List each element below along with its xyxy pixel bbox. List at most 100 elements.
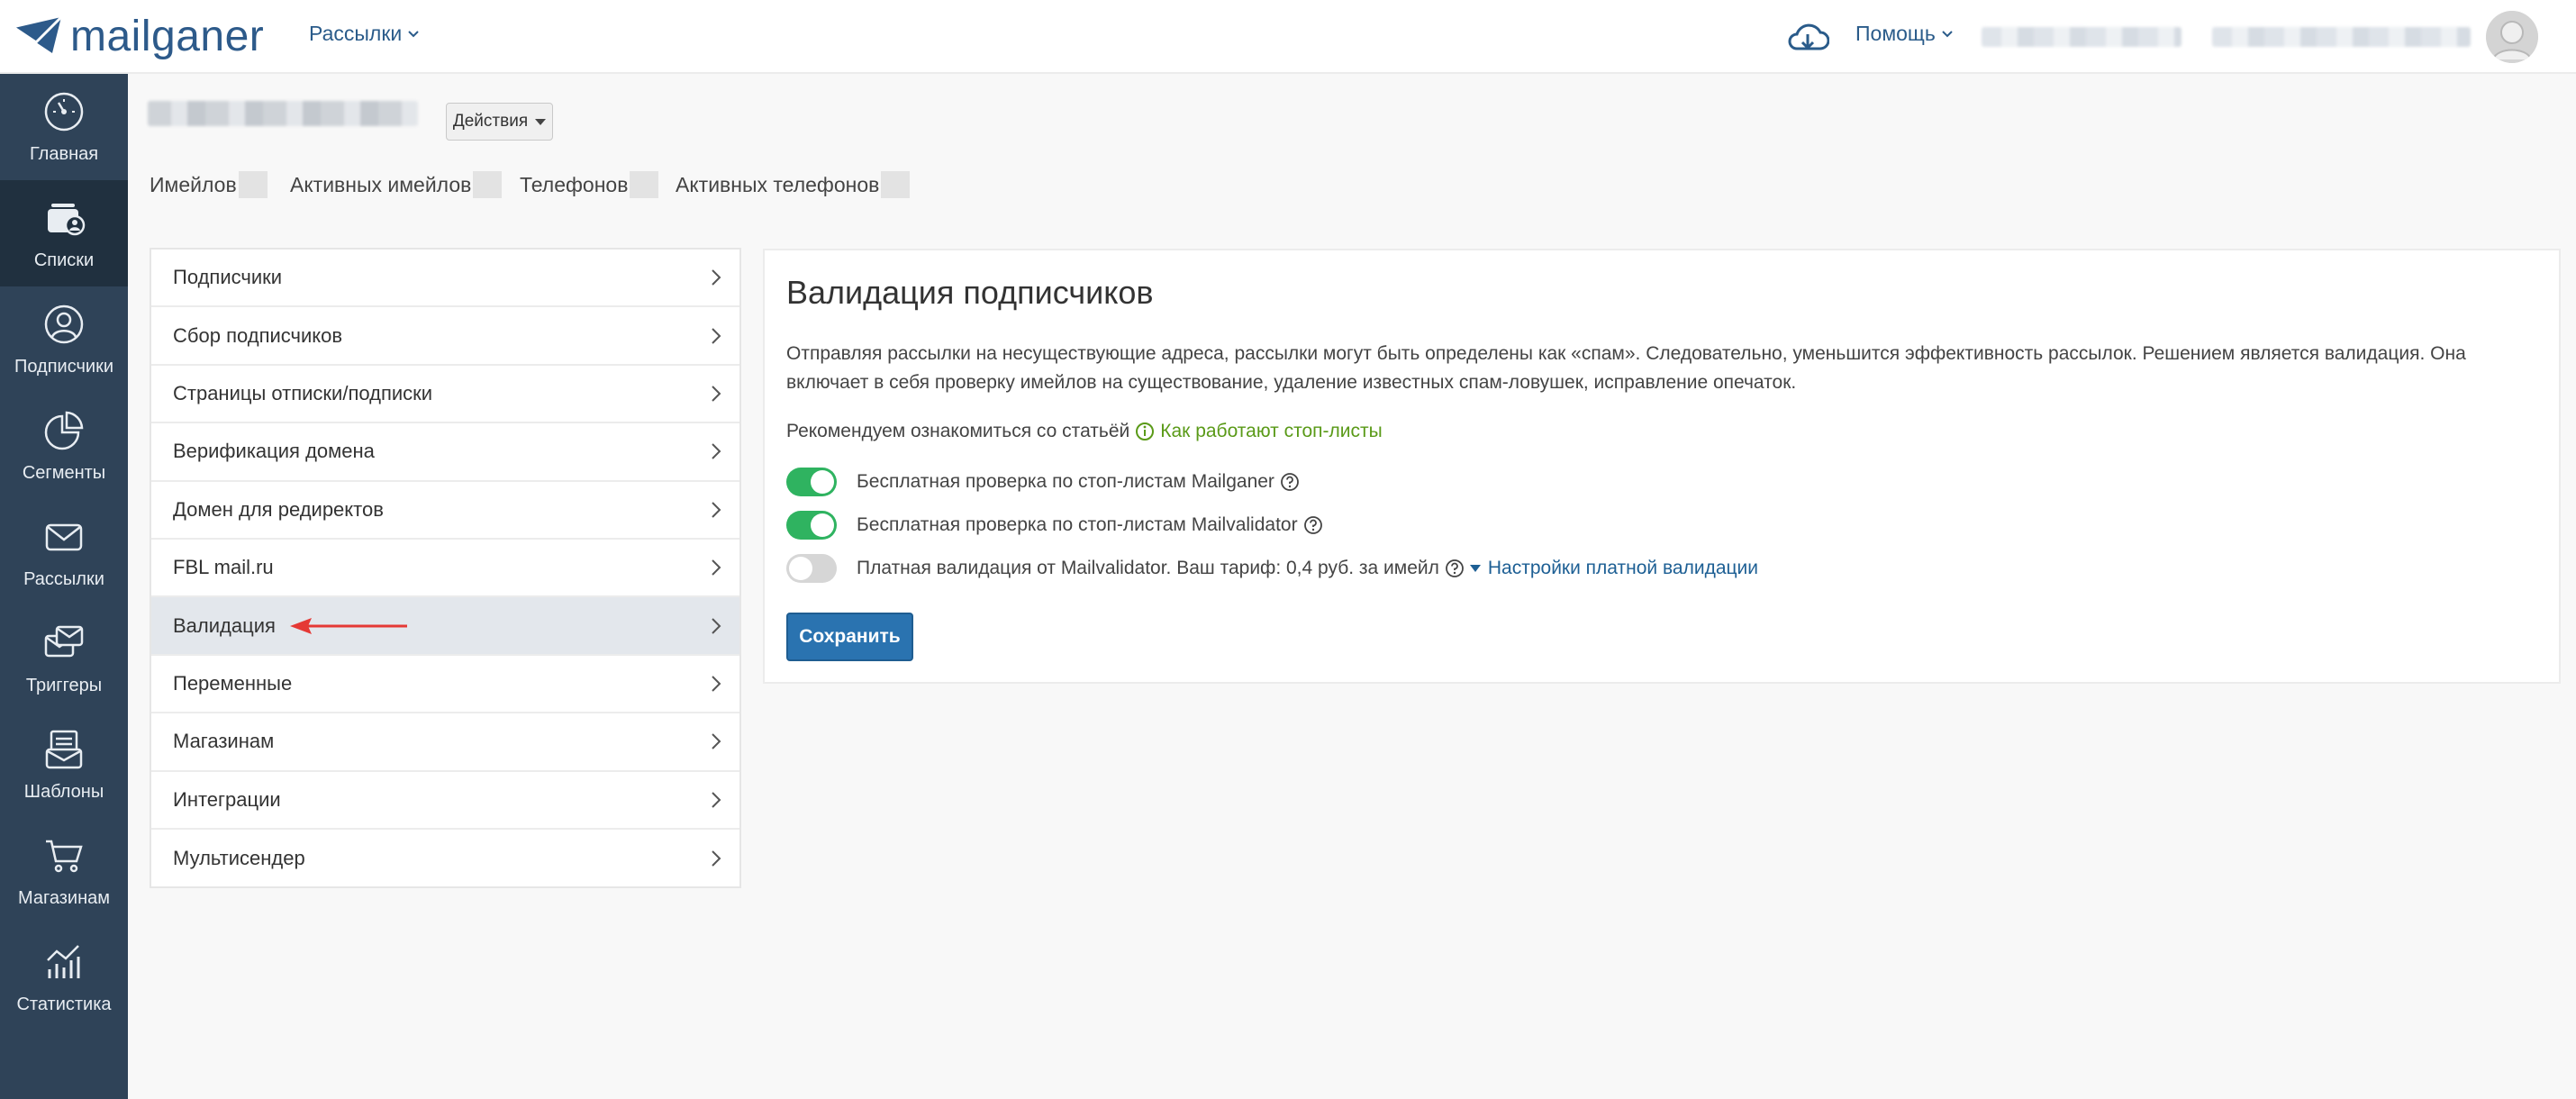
menu-item-label: Подписчики	[173, 266, 283, 289]
option-label: Бесплатная проверка по стоп-листам Mailg…	[857, 471, 1274, 492]
menu-item-label: Сбор подписчиков	[173, 323, 343, 347]
chevron-right-icon	[712, 617, 721, 634]
menu-item-label: Мультисендер	[173, 847, 305, 870]
user-circle-icon	[44, 304, 84, 343]
sidebar-item-label: Главная	[29, 143, 99, 164]
chevron-down-icon	[1942, 30, 1953, 37]
mailganer-stoplists-toggle[interactable]	[786, 468, 837, 496]
chevron-right-icon	[712, 443, 721, 460]
user-avatar[interactable]	[2486, 11, 2538, 63]
menu-item-subscribe-pages[interactable]: Страницы отписки/подписки	[151, 366, 739, 424]
sidebar-item-mailings[interactable]: Рассылки	[0, 499, 128, 605]
sidebar-item-subscribers[interactable]: Подписчики	[0, 286, 128, 393]
cloud-download-icon[interactable]	[1786, 18, 1829, 58]
sidebar-item-lists[interactable]: Списки	[0, 180, 128, 286]
sidebar-item-templates[interactable]: Шаблоны	[0, 712, 128, 818]
recommend-text: Рекомендуем ознакомиться со статьёй	[786, 421, 1130, 441]
sidebar-item-label: Магазинам	[17, 887, 111, 908]
trigger-envelopes-icon	[44, 625, 84, 657]
paid-validation-settings-label: Настройки платной валидации	[1487, 558, 1758, 578]
chevron-right-icon	[712, 676, 721, 692]
recommend-row: Рекомендуем ознакомиться со статьёй Как …	[786, 421, 1383, 442]
menu-item-validation[interactable]: Валидация	[151, 597, 739, 656]
menu-item-label: Магазинам	[173, 730, 275, 753]
paid-validation-settings-link[interactable]: Настройки платной валидации	[1469, 558, 1758, 579]
list-name-redacted	[148, 101, 418, 126]
menu-item-shops[interactable]: Магазинам	[151, 713, 739, 772]
stat-active-phones: Активных телефонов	[676, 171, 911, 198]
avatar-face-icon	[2486, 11, 2538, 63]
sidebar-item-segments[interactable]: Сегменты	[0, 393, 128, 499]
sidebar-item-triggers[interactable]: Триггеры	[0, 605, 128, 712]
chevron-right-icon	[712, 502, 721, 518]
stat-label: Имейлов	[150, 172, 237, 196]
account-email-redacted[interactable]	[2212, 27, 2471, 47]
stat-label: Телефонов	[520, 172, 629, 196]
stat-label: Активных телефонов	[676, 172, 880, 196]
sidebar-item-label: Подписчики	[14, 356, 114, 377]
stat-value-redacted	[238, 171, 268, 198]
menu-item-variables[interactable]: Переменные	[151, 656, 739, 714]
sidebar-item-label: Триггеры	[25, 675, 103, 695]
menu-item-subscribers[interactable]: Подписчики	[151, 250, 739, 308]
menu-item-fbl-mailru[interactable]: FBL mail.ru	[151, 540, 739, 598]
stat-value-redacted	[473, 171, 503, 198]
sidebar-item-statistics[interactable]: Статистика	[0, 924, 128, 1031]
stat-emails: Имейлов	[150, 171, 268, 198]
stats-chart-icon	[47, 944, 80, 978]
menu-item-collect-subscribers[interactable]: Сбор подписчиков	[151, 307, 739, 366]
stoplists-article-label: Как работают стоп-листы	[1160, 421, 1383, 441]
nav-mailings-dropdown[interactable]: Рассылки	[309, 22, 420, 46]
menu-item-integrations[interactable]: Интеграции	[151, 772, 739, 830]
panel-description: Отправляя рассылки на несуществующие адр…	[786, 343, 2466, 393]
menu-item-label: Интеграции	[173, 787, 281, 811]
stoplists-article-link[interactable]: Как работают стоп-листы	[1135, 421, 1383, 442]
nav-help-dropdown[interactable]: Помощь	[1855, 22, 1954, 46]
chevron-right-icon	[712, 850, 721, 867]
toggle-knob	[789, 557, 812, 580]
dashboard-gauge-icon	[44, 92, 84, 131]
envelope-plane-icon	[14, 15, 63, 53]
actions-dropdown-button[interactable]: Действия	[446, 103, 553, 141]
sidebar-item-label: Рассылки	[23, 568, 104, 589]
toggle-knob	[811, 513, 834, 537]
menu-item-redirect-domain[interactable]: Домен для редиректов	[151, 482, 739, 540]
chevron-right-icon	[712, 733, 721, 750]
sidebar-item-label: Шаблоны	[23, 781, 104, 802]
stat-phones: Телефонов	[520, 171, 659, 198]
chevron-right-icon	[712, 327, 721, 344]
mailvalidator-stoplists-toggle[interactable]	[786, 511, 837, 540]
sidebar-item-label: Списки	[33, 250, 95, 270]
save-button[interactable]: Сохранить	[786, 613, 913, 661]
menu-item-label: Домен для редиректов	[173, 497, 384, 521]
paid-validation-toggle[interactable]	[786, 554, 837, 583]
cart-icon	[46, 840, 83, 872]
top-header: mailganer Рассылки Помощь	[0, 0, 2576, 74]
help-circle-icon[interactable]	[1303, 515, 1323, 535]
annotation-arrow-icon	[290, 618, 407, 634]
chevron-right-icon	[712, 559, 721, 576]
caret-down-icon	[535, 118, 547, 125]
stat-active-emails: Активных имейлов	[290, 171, 503, 198]
list-settings-menu: Подписчики Сбор подписчиков Страницы отп…	[150, 248, 741, 888]
chevron-right-icon	[712, 386, 721, 402]
menu-item-multisender[interactable]: Мультисендер	[151, 830, 739, 887]
menu-item-label: Страницы отписки/подписки	[173, 381, 433, 404]
option-mailganer-stoplists: Бесплатная проверка по стоп-листам Mailg…	[786, 468, 1300, 496]
stat-label: Активных имейлов	[290, 172, 472, 196]
option-label: Бесплатная проверка по стоп-листам Mailv…	[857, 514, 1298, 535]
logo[interactable]: mailganer	[13, 9, 264, 63]
nav-help-label: Помощь	[1855, 22, 1936, 45]
sidebar-item-home[interactable]: Главная	[0, 74, 128, 180]
option-mailvalidator-stoplists: Бесплатная проверка по стоп-листам Mailv…	[786, 511, 1323, 540]
menu-item-domain-verification[interactable]: Верификация домена	[151, 423, 739, 482]
chevron-right-icon	[712, 791, 721, 808]
sidebar-item-shops[interactable]: Магазинам	[0, 818, 128, 924]
help-circle-icon[interactable]	[1280, 472, 1300, 492]
envelope-icon	[45, 523, 83, 550]
template-icon	[45, 730, 83, 768]
actions-label: Действия	[452, 112, 529, 131]
help-circle-icon[interactable]	[1445, 559, 1465, 578]
stat-value-redacted	[630, 171, 659, 198]
option-paid-validation: Платная валидация от Mailvalidator. Ваш …	[786, 554, 1758, 583]
